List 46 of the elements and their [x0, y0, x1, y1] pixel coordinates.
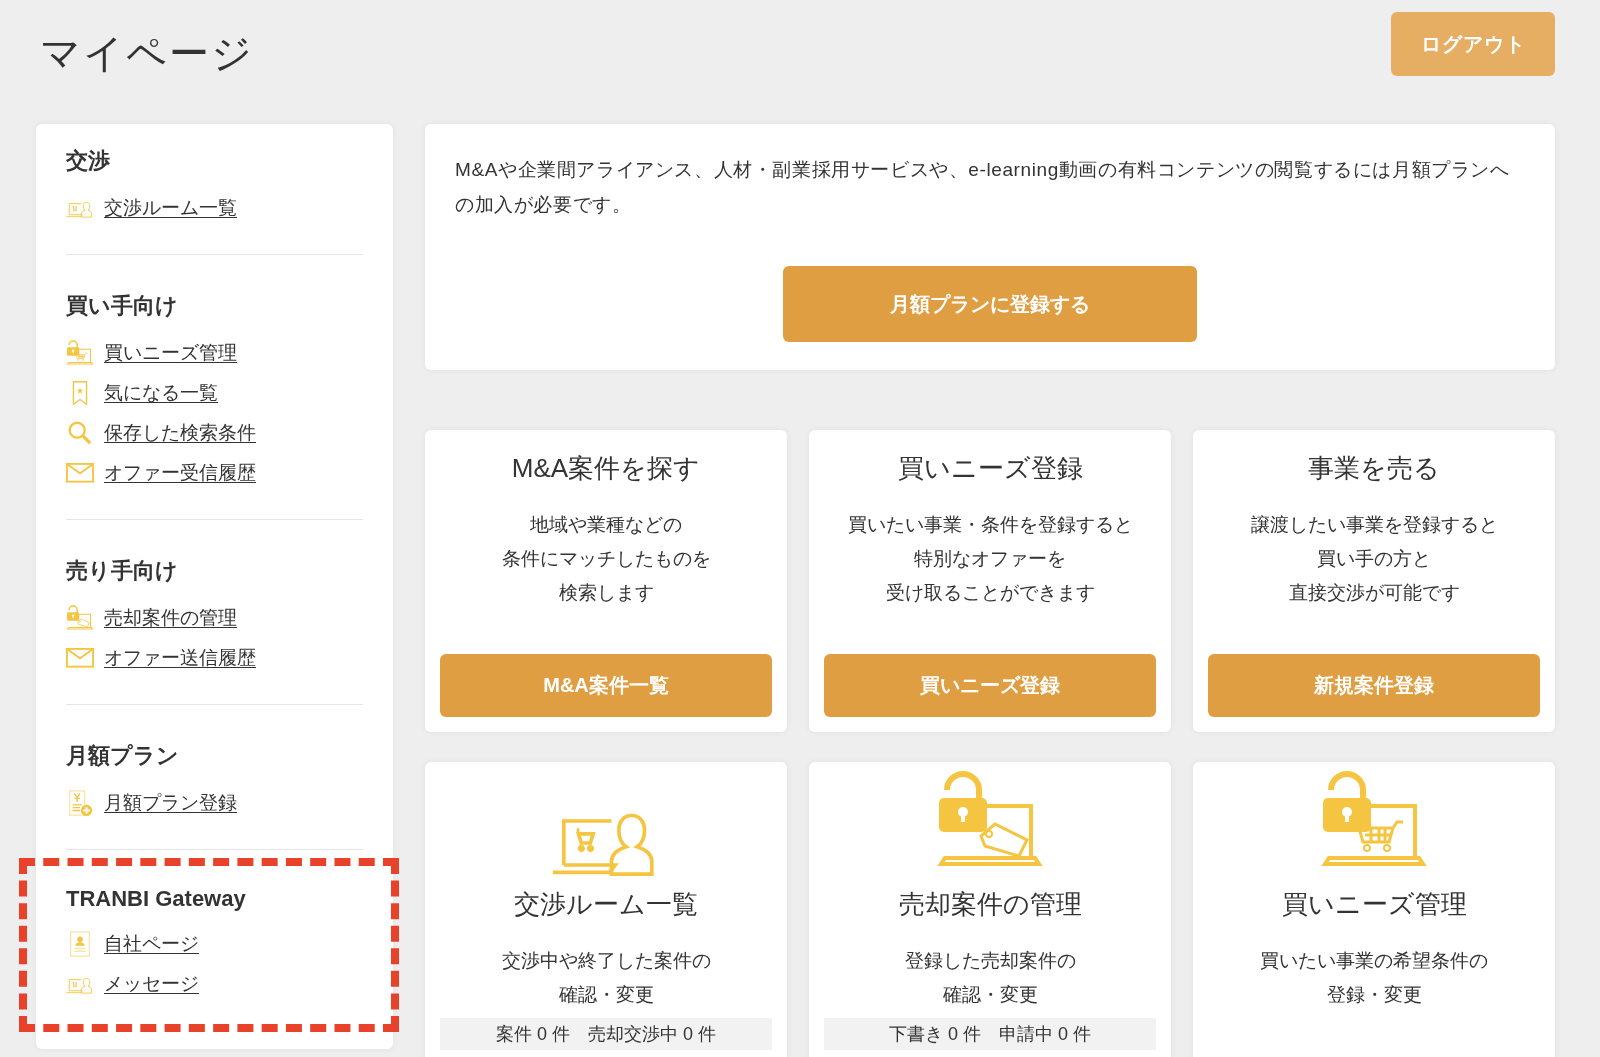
sidebar-link[interactable]: オファー受信履歴 [104, 460, 256, 486]
card-title: 交渉ルーム一覧 [514, 888, 698, 921]
card-description-line: 確認・変更 [942, 983, 1038, 1007]
card-title: 買いニーズ管理 [1281, 888, 1467, 921]
stats-bar: 下書き 0 件 申請中 0 件 [824, 1018, 1156, 1050]
card-description-line: 条件にマッチしたものを [501, 547, 711, 571]
card-description-line: 登録・変更 [1326, 983, 1422, 1007]
mail-icon [66, 648, 94, 668]
sidebar-link[interactable]: 気になる一覧 [104, 380, 218, 406]
card-description-line: 買い手の方と [1317, 547, 1431, 571]
card-description-line: 買いたい事業・条件を登録すると [847, 513, 1133, 537]
sidebar-link[interactable]: 自社ページ [104, 931, 199, 957]
card-description-line: 登録した売却案件の [904, 949, 1076, 973]
card-description-line: 確認・変更 [558, 983, 654, 1007]
sidebar-link[interactable]: 売却案件の管理 [104, 605, 237, 631]
notice-text: M&Aや企業間アライアンス、人材・副業採用サービスや、e-learning動画の有料コンテンツの閲覧するには月額プランへの加入が必要です。 [455, 158, 1511, 217]
sidebar-link[interactable]: メッセージ [104, 971, 199, 997]
card-title: 買いニーズ登録 [897, 452, 1083, 485]
mail-icon [66, 463, 94, 483]
sidebar-link[interactable]: 交渉ルーム一覧 [104, 195, 237, 221]
sidebar-link[interactable]: 買いニーズ管理 [104, 340, 237, 366]
card-description-line: 受け取ることができます [885, 581, 1095, 605]
lock-tag-icon [66, 604, 94, 632]
card-description-line: 買いたい事業の希望条件の [1260, 949, 1488, 973]
stats-bar: 案件 0 件 売却交渉中 0 件 [440, 1018, 772, 1050]
search-icon [66, 419, 94, 447]
page-title: マイページ [40, 30, 254, 77]
section-heading: 売り手向け [66, 557, 179, 585]
yen-document-icon [66, 789, 94, 817]
sidebar-link[interactable]: オファー送信履歴 [104, 645, 256, 671]
lock-cart-icon [66, 339, 94, 367]
section-heading: TRANBI Gateway [66, 886, 247, 912]
section-heading: 買い手向け [66, 292, 179, 320]
card-description-line: 検索します [558, 581, 654, 605]
card-description-line: 交渉中や終了した案件の [501, 949, 711, 973]
card-description-line: 直接交渉が可能です [1288, 581, 1460, 605]
sidebar-link[interactable]: 保存した検索条件 [104, 420, 256, 446]
section-heading: 月額プラン [66, 742, 180, 770]
sidebar-link[interactable]: 月額プラン登録 [104, 790, 237, 816]
card-description-line: 譲渡したい事業を登録すると [1250, 513, 1498, 537]
card-title: 売却案件の管理 [898, 888, 1082, 921]
card-title: M&A案件を探す [511, 452, 701, 485]
card-description-line: 地域や業種などの [530, 513, 682, 537]
section-heading: 交渉 [66, 147, 111, 175]
card-description-line: 特別なオファーを [914, 547, 1066, 571]
card-title: 事業を売る [1308, 452, 1440, 485]
